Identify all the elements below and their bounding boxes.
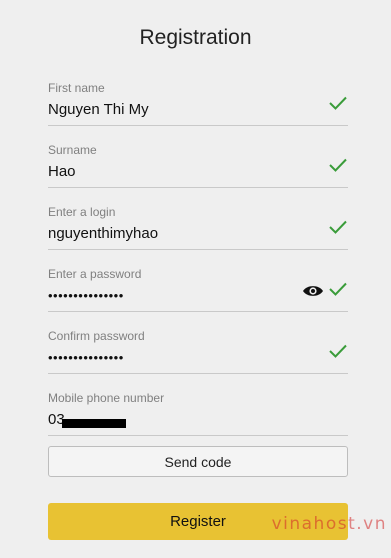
password-field[interactable]: Enter a password ••••••••••••••• — [48, 267, 348, 312]
check-icon — [329, 220, 347, 234]
surname-label: Surname — [48, 143, 97, 157]
confirm-password-input[interactable]: ••••••••••••••• — [48, 350, 124, 365]
check-icon — [329, 344, 347, 358]
surname-input[interactable]: Hao — [48, 163, 76, 180]
check-icon — [329, 282, 347, 296]
send-code-button[interactable]: Send code — [48, 446, 348, 477]
check-icon — [329, 158, 347, 172]
confirm-password-field[interactable]: Confirm password ••••••••••••••• — [48, 329, 348, 374]
check-icon — [329, 96, 347, 110]
eye-icon[interactable] — [302, 284, 324, 298]
login-field[interactable]: Enter a login nguyenthimyhao — [48, 205, 348, 250]
phone-field[interactable]: Mobile phone number 03 — [48, 391, 348, 436]
login-label: Enter a login — [48, 205, 116, 219]
register-button[interactable]: Register — [48, 503, 348, 540]
first-name-label: First name — [48, 81, 105, 95]
redaction-bar — [62, 419, 126, 428]
password-label: Enter a password — [48, 267, 142, 281]
confirm-password-label: Confirm password — [48, 329, 145, 343]
login-input[interactable]: nguyenthimyhao — [48, 225, 158, 242]
phone-label: Mobile phone number — [48, 391, 165, 405]
page-title: Registration — [139, 26, 252, 49]
first-name-field[interactable]: First name Nguyen Thi My — [48, 81, 348, 126]
surname-field[interactable]: Surname Hao — [48, 143, 348, 188]
password-input[interactable]: ••••••••••••••• — [48, 288, 124, 303]
first-name-input[interactable]: Nguyen Thi My — [48, 101, 149, 118]
